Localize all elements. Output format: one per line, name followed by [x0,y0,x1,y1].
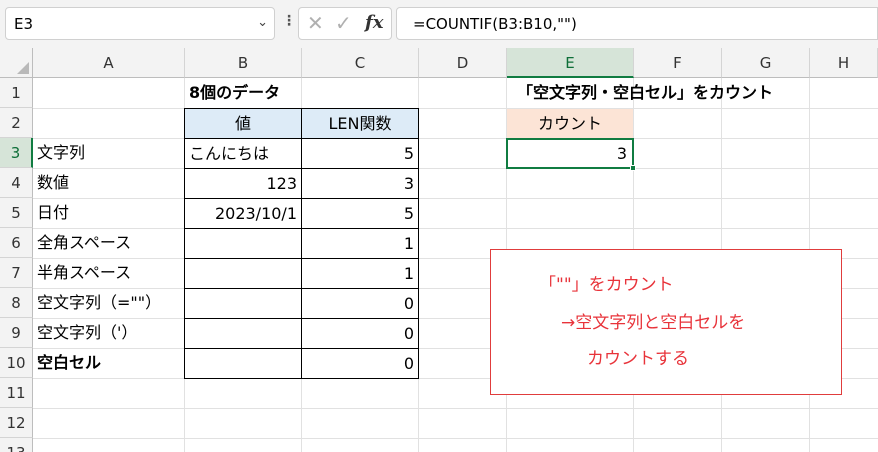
row-header-9[interactable]: 9 [0,318,33,348]
annotation-textbox[interactable]: 「""」をカウント →空文字列と空白セルを カウントする [490,249,842,395]
cell-a6[interactable]: 全角スペース [33,228,185,258]
cell-b4[interactable]: 123 [184,168,302,199]
cell-b10[interactable] [184,348,302,379]
fill-handle[interactable] [630,165,636,171]
cell-a5[interactable]: 日付 [33,198,185,228]
cell-c7[interactable]: 1 [301,258,419,289]
column-header-d[interactable]: D [419,48,507,78]
cell-c2[interactable]: LEN関数 [301,108,419,139]
cell-a3[interactable]: 文字列 [33,138,185,168]
cell-b3[interactable]: こんにちは [184,138,302,169]
column-header-b[interactable]: B [185,48,302,78]
row-header-11[interactable]: 11 [0,378,33,408]
row-header-6[interactable]: 6 [0,228,33,258]
cell-c10[interactable]: 0 [301,348,419,379]
cell-c9[interactable]: 0 [301,318,419,349]
row-header-2[interactable]: 2 [0,108,33,138]
column-header-f[interactable]: F [634,48,722,78]
column-header-h[interactable]: H [810,48,878,78]
row-header-12[interactable]: 12 [0,408,33,438]
cell-b5[interactable]: 2023/10/1 [184,198,302,229]
cell-c6[interactable]: 1 [301,228,419,259]
row-header-4[interactable]: 4 [0,168,33,198]
cell-a9[interactable]: 空文字列（'） [33,318,185,348]
note-line-1: 「""」をカウント [539,275,674,295]
column-header-g[interactable]: G [722,48,810,78]
row-header-10[interactable]: 10 [0,348,33,378]
cell-b8[interactable] [184,288,302,319]
select-all-corner[interactable] [0,48,33,78]
cell-b9[interactable] [184,318,302,349]
cell-b2[interactable]: 値 [184,108,302,139]
row-header-8[interactable]: 8 [0,288,33,318]
row-header-7[interactable]: 7 [0,258,33,288]
row-header-3[interactable]: 3 [0,138,33,168]
column-header-c[interactable]: C [302,48,419,78]
active-cell-border [506,138,634,169]
cell-c3[interactable]: 5 [301,138,419,169]
column-header-a[interactable]: A [33,48,185,78]
cell-b6[interactable] [184,228,302,259]
cell-c5[interactable]: 5 [301,198,419,229]
cell-c8[interactable]: 0 [301,288,419,319]
row-header-5[interactable]: 5 [0,198,33,228]
note-line-2: →空文字列と空白セルを [561,313,746,333]
cell-b7[interactable] [184,258,302,289]
column-header-e[interactable]: E [507,48,634,78]
cell-a8[interactable]: 空文字列（=""） [33,288,185,318]
cell-a10[interactable]: 空白セル [33,348,185,378]
row-header-1[interactable]: 1 [0,78,33,108]
note-line-3: カウントする [587,349,689,369]
cell-a4[interactable]: 数値 [33,168,185,198]
cell-e1[interactable]: 「空文字列・空白セル」をカウント [507,78,807,108]
cell-a7[interactable]: 半角スペース [33,258,185,288]
cell-c4[interactable]: 3 [301,168,419,199]
cell-b1[interactable]: 8個のデータ [185,78,419,108]
row-header-13[interactable]: 13 [0,438,33,452]
cell-e2[interactable]: カウント [507,109,633,138]
